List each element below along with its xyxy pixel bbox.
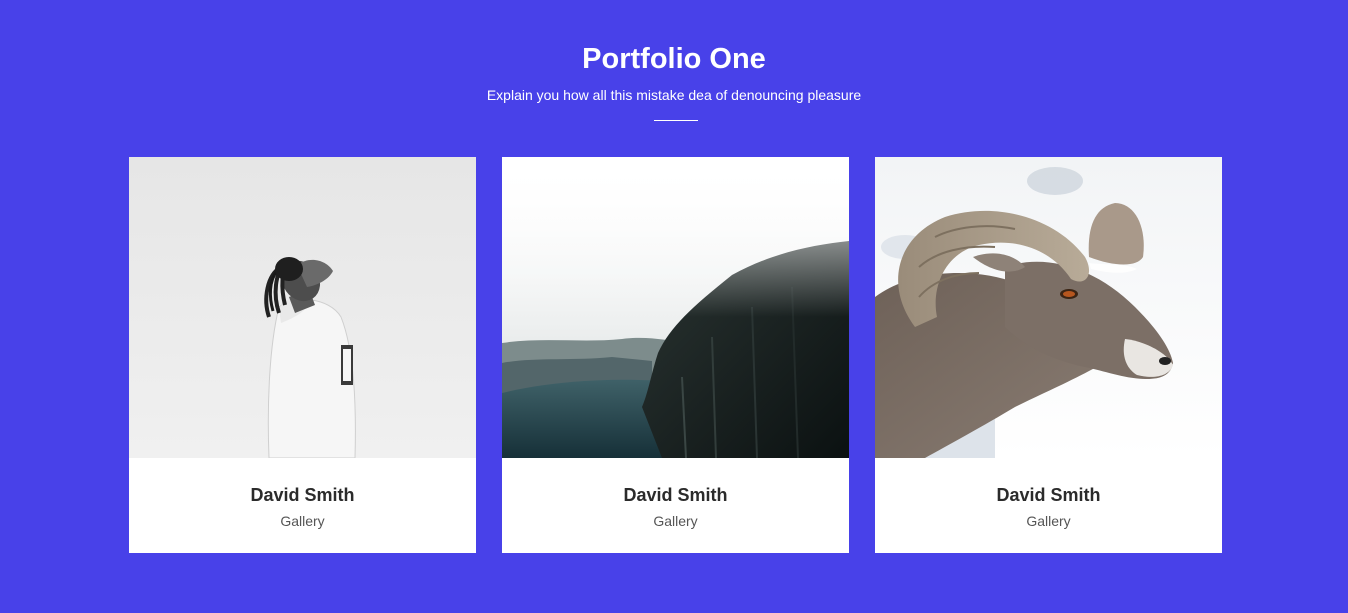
- portfolio-card-1[interactable]: David Smith Gallery: [129, 157, 476, 553]
- man-looking-up-photo: [129, 157, 476, 458]
- card-name[interactable]: David Smith: [875, 484, 1222, 506]
- portfolio-image-ram[interactable]: [875, 157, 1222, 458]
- portfolio-card-3[interactable]: David Smith Gallery: [875, 157, 1222, 553]
- card-category: Gallery: [653, 513, 698, 529]
- card-category: Gallery: [280, 513, 325, 529]
- section-subtitle: Explain you how all this mistake dea of …: [486, 87, 862, 103]
- section-title: Portfolio One: [582, 43, 766, 75]
- title-divider: [654, 120, 698, 121]
- card-category: Gallery: [1026, 513, 1071, 529]
- portfolio-image-cliff[interactable]: [502, 157, 849, 458]
- bighorn-ram-photo: [875, 157, 1222, 458]
- card-name[interactable]: David Smith: [129, 484, 476, 506]
- card-name[interactable]: David Smith: [502, 484, 849, 506]
- portfolio-card-2[interactable]: David Smith Gallery: [502, 157, 849, 553]
- misty-cliff-lake-photo: [502, 157, 849, 458]
- portfolio-image-man[interactable]: [129, 157, 476, 458]
